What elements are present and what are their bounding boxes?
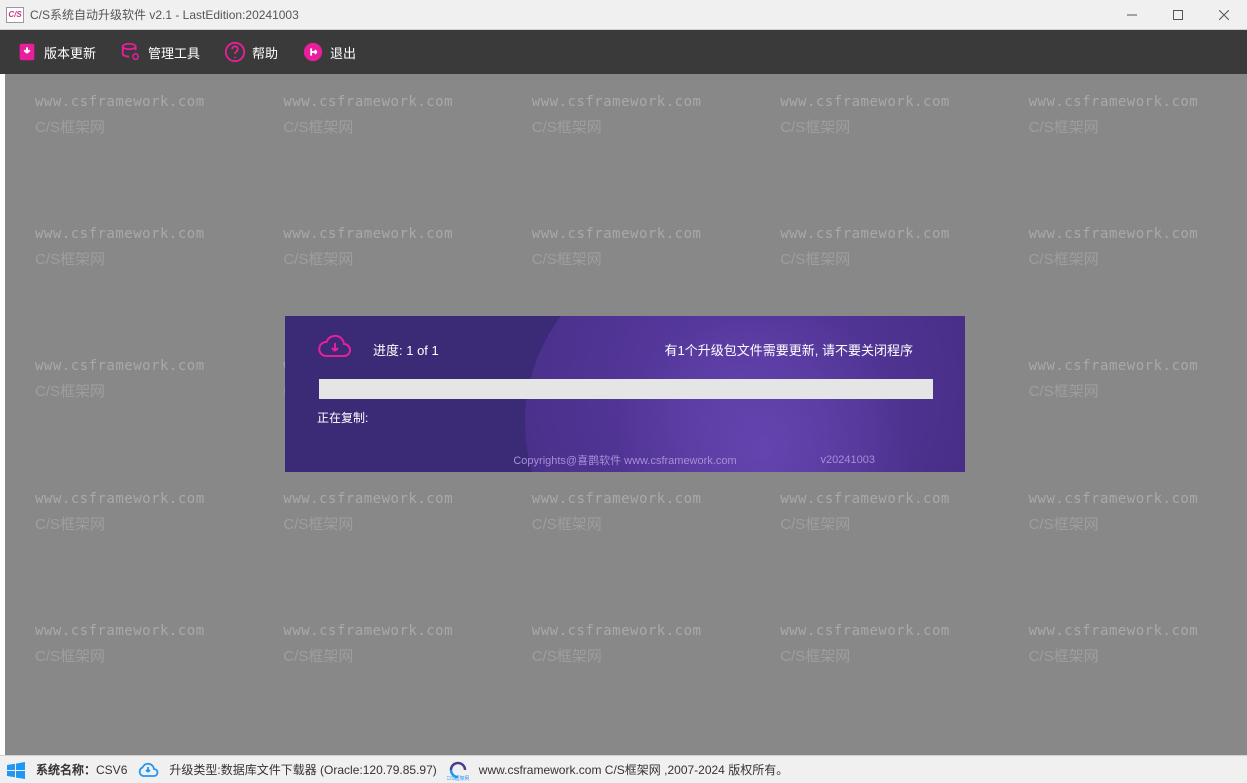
windows-icon	[6, 761, 26, 779]
watermark: www.csframework.comC/S框架网	[502, 491, 750, 623]
toolbar-label: 帮助	[252, 43, 278, 62]
watermark: www.csframework.comC/S框架网	[999, 623, 1247, 755]
cloud-download-icon	[317, 332, 353, 367]
watermark: www.csframework.comC/S框架网	[999, 491, 1247, 623]
copyright-text: Copyrights@喜鹊软件 www.csframework.com	[513, 452, 736, 468]
help-icon	[224, 41, 246, 63]
content-area: www.csframework.comC/S框架网 www.csframewor…	[5, 74, 1247, 755]
system-name-label: 系统名称：CSV6	[36, 761, 127, 778]
window-controls	[1109, 0, 1247, 29]
watermark: www.csframework.comC/S框架网	[5, 94, 253, 226]
watermark: www.csframework.comC/S框架网	[5, 226, 253, 358]
cloud-icon	[137, 762, 159, 778]
close-button[interactable]	[1201, 0, 1247, 29]
update-notice: 有1个升级包文件需要更新, 请不要关闭程序	[665, 340, 913, 359]
site-info-label: www.csframework.com C/S框架网 ,2007-2024 版权…	[479, 761, 788, 778]
maximize-button[interactable]	[1155, 0, 1201, 29]
watermark: www.csframework.comC/S框架网	[5, 358, 253, 490]
watermark: www.csframework.comC/S框架网	[253, 94, 501, 226]
watermark: www.csframework.comC/S框架网	[999, 94, 1247, 226]
toolbar: 版本更新 管理工具 帮助 退出	[0, 30, 1247, 74]
version-update-button[interactable]: 版本更新	[16, 41, 96, 63]
svg-text:C/S框架网: C/S框架网	[447, 775, 469, 781]
copying-label: 正在复制:	[317, 409, 933, 426]
exit-icon	[302, 41, 324, 63]
download-icon	[16, 41, 38, 63]
toolbar-label: 管理工具	[148, 43, 200, 62]
statusbar: 系统名称：CSV6 升级类型:数据库文件下载器 (Oracle:120.79.8…	[0, 755, 1247, 783]
progress-label: 进度: 1 of 1	[373, 340, 439, 359]
titlebar: C/S C/S系统自动升级软件 v2.1 - LastEdition:20241…	[0, 0, 1247, 30]
upgrade-type-label: 升级类型:数据库文件下载器 (Oracle:120.79.85.97)	[169, 761, 436, 778]
cs-logo-icon: C/S框架网	[447, 759, 469, 781]
window-title: C/S系统自动升级软件 v2.1 - LastEdition:20241003	[30, 6, 1109, 23]
toolbar-label: 退出	[330, 43, 356, 62]
watermark: www.csframework.comC/S框架网	[5, 491, 253, 623]
watermark: www.csframework.comC/S框架网	[502, 623, 750, 755]
database-gear-icon	[120, 41, 142, 63]
toolbar-label: 版本更新	[44, 43, 96, 62]
watermark: www.csframework.comC/S框架网	[750, 623, 998, 755]
exit-button[interactable]: 退出	[302, 41, 356, 63]
watermark: www.csframework.comC/S框架网	[999, 358, 1247, 490]
watermark: www.csframework.comC/S框架网	[750, 94, 998, 226]
watermark: www.csframework.comC/S框架网	[253, 491, 501, 623]
admin-tools-button[interactable]: 管理工具	[120, 41, 200, 63]
minimize-button[interactable]	[1109, 0, 1155, 29]
help-button[interactable]: 帮助	[224, 41, 278, 63]
watermark: www.csframework.comC/S框架网	[5, 623, 253, 755]
progress-bar	[319, 379, 933, 399]
version-tag: v20241003	[821, 454, 875, 466]
progress-dialog: 进度: 1 of 1 有1个升级包文件需要更新, 请不要关闭程序 正在复制: C…	[285, 316, 965, 472]
watermark: www.csframework.comC/S框架网	[502, 94, 750, 226]
watermark: www.csframework.comC/S框架网	[750, 491, 998, 623]
watermark: www.csframework.comC/S框架网	[999, 226, 1247, 358]
app-icon: C/S	[6, 7, 24, 23]
watermark: www.csframework.comC/S框架网	[253, 623, 501, 755]
